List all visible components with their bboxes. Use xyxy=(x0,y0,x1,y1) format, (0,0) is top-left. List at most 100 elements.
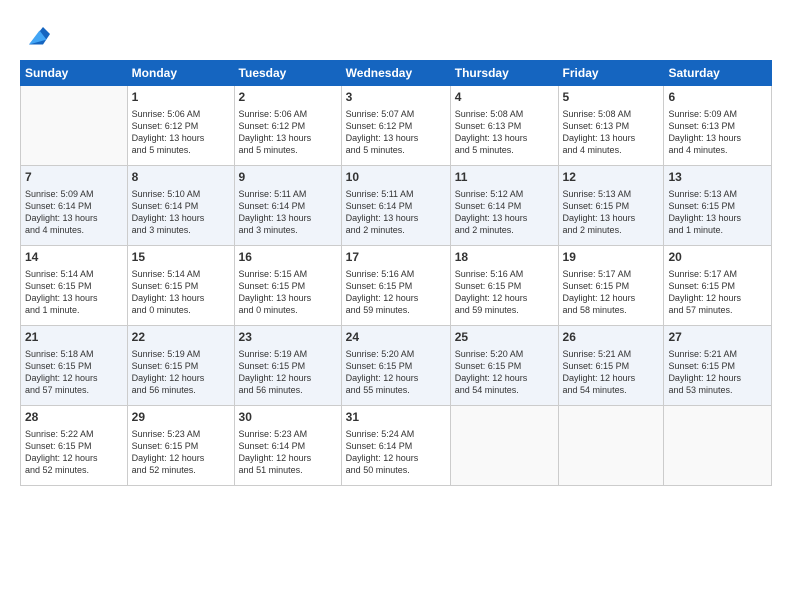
day-number: 27 xyxy=(668,329,767,346)
day-info: Sunrise: 5:14 AM Sunset: 6:15 PM Dayligh… xyxy=(132,268,230,317)
day-number: 24 xyxy=(346,329,446,346)
day-cell: 10 Sunrise: 5:11 AM Sunset: 6:14 PM Dayli… xyxy=(341,166,450,246)
day-info: Sunrise: 5:21 AM Sunset: 6:15 PM Dayligh… xyxy=(563,348,660,397)
day-cell: 5 Sunrise: 5:08 AM Sunset: 6:13 PM Daylig… xyxy=(558,86,664,166)
day-cell: 16Sunrise: 5:15 AM Sunset: 6:15 PM Dayli… xyxy=(234,246,341,326)
day-info: Sunrise: 5:18 AM Sunset: 6:15 PM Dayligh… xyxy=(25,348,123,397)
day-number: 21 xyxy=(25,329,123,346)
day-info: Sunrise: 5:08 AM Sunset: 6:13 PM Dayligh… xyxy=(455,108,554,157)
weekday-saturday: Saturday xyxy=(664,61,772,86)
day-info: Sunrise: 5:19 AM Sunset: 6:15 PM Dayligh… xyxy=(132,348,230,397)
weekday-friday: Friday xyxy=(558,61,664,86)
day-info: Sunrise: 5:23 AM Sunset: 6:15 PM Dayligh… xyxy=(132,428,230,477)
day-cell: 1Sunrise: 5:06 AM Sunset: 6:12 PM Daylig… xyxy=(127,86,234,166)
day-number: 9 xyxy=(239,169,337,186)
day-info: Sunrise: 5:19 AM Sunset: 6:15 PM Dayligh… xyxy=(239,348,337,397)
day-number: 30 xyxy=(239,409,337,426)
day-number: 20 xyxy=(668,249,767,266)
day-number: 18 xyxy=(455,249,554,266)
day-number: 26 xyxy=(563,329,660,346)
day-cell: 12Sunrise: 5:13 AM Sunset: 6:15 PM Dayli… xyxy=(558,166,664,246)
weekday-wednesday: Wednesday xyxy=(341,61,450,86)
day-cell: 26 Sunrise: 5:21 AM Sunset: 6:15 PM Dayli… xyxy=(558,326,664,406)
day-info: Sunrise: 5:10 AM Sunset: 6:14 PM Dayligh… xyxy=(132,188,230,237)
day-cell: 4 Sunrise: 5:08 AM Sunset: 6:13 PM Daylig… xyxy=(450,86,558,166)
day-cell: 29Sunrise: 5:23 AM Sunset: 6:15 PM Dayli… xyxy=(127,406,234,486)
day-info: Sunrise: 5:16 AM Sunset: 6:15 PM Dayligh… xyxy=(455,268,554,317)
day-cell: 31Sunrise: 5:24 AM Sunset: 6:14 PM Dayli… xyxy=(341,406,450,486)
day-cell: 28 Sunrise: 5:22 AM Sunset: 6:15 PM Dayli… xyxy=(21,406,128,486)
day-cell xyxy=(450,406,558,486)
day-cell: 14Sunrise: 5:14 AM Sunset: 6:15 PM Dayli… xyxy=(21,246,128,326)
day-number: 8 xyxy=(132,169,230,186)
day-number: 10 xyxy=(346,169,446,186)
header xyxy=(20,20,772,48)
day-cell: 30 Sunrise: 5:23 AM Sunset: 6:14 PM Dayli… xyxy=(234,406,341,486)
day-info: Sunrise: 5:20 AM Sunset: 6:15 PM Dayligh… xyxy=(455,348,554,397)
day-info: Sunrise: 5:16 AM Sunset: 6:15 PM Dayligh… xyxy=(346,268,446,317)
logo-icon xyxy=(22,20,50,48)
day-number: 5 xyxy=(563,89,660,106)
day-number: 3 xyxy=(346,89,446,106)
day-info: Sunrise: 5:17 AM Sunset: 6:15 PM Dayligh… xyxy=(668,268,767,317)
week-row-1: 1 Sunrise: 5:06 AM Sunset: 6:12 PM Daylig… xyxy=(21,86,772,166)
day-cell: 6 Sunrise: 5:09 AM Sunset: 6:13 PM Daylig… xyxy=(664,86,772,166)
day-number: 11 xyxy=(455,169,554,186)
day-info: Sunrise: 5:12 AM Sunset: 6:14 PM Dayligh… xyxy=(455,188,554,237)
day-number: 15 xyxy=(132,249,230,266)
day-cell: 2 Sunrise: 5:06 AM Sunset: 6:12 PM Daylig… xyxy=(234,86,341,166)
day-cell xyxy=(558,406,664,486)
week-row-3: 14Sunrise: 5:14 AM Sunset: 6:15 PM Dayli… xyxy=(21,246,772,326)
day-cell: 19 Sunrise: 5:17 AM Sunset: 6:15 PM Dayli… xyxy=(558,246,664,326)
day-cell: 22Sunrise: 5:19 AM Sunset: 6:15 PM Dayli… xyxy=(127,326,234,406)
day-info: Sunrise: 5:06 AM Sunset: 6:12 PM Dayligh… xyxy=(239,108,337,157)
day-cell: 20 Sunrise: 5:17 AM Sunset: 6:15 PM Dayli… xyxy=(664,246,772,326)
day-info: Sunrise: 5:08 AM Sunset: 6:13 PM Dayligh… xyxy=(563,108,660,157)
day-info: Sunrise: 5:17 AM Sunset: 6:15 PM Dayligh… xyxy=(563,268,660,317)
day-number: 17 xyxy=(346,249,446,266)
day-info: Sunrise: 5:13 AM Sunset: 6:15 PM Dayligh… xyxy=(563,188,660,237)
day-cell: 24 Sunrise: 5:20 AM Sunset: 6:15 PM Dayli… xyxy=(341,326,450,406)
week-row-2: 7 Sunrise: 5:09 AM Sunset: 6:14 PM Daylig… xyxy=(21,166,772,246)
day-info: Sunrise: 5:13 AM Sunset: 6:15 PM Dayligh… xyxy=(668,188,767,237)
day-cell: 21 Sunrise: 5:18 AM Sunset: 6:15 PM Dayli… xyxy=(21,326,128,406)
day-number: 6 xyxy=(668,89,767,106)
day-cell: 3 Sunrise: 5:07 AM Sunset: 6:12 PM Daylig… xyxy=(341,86,450,166)
weekday-header-row: SundayMondayTuesdayWednesdayThursdayFrid… xyxy=(21,61,772,86)
day-number: 19 xyxy=(563,249,660,266)
calendar: SundayMondayTuesdayWednesdayThursdayFrid… xyxy=(20,60,772,486)
day-cell: 7 Sunrise: 5:09 AM Sunset: 6:14 PM Daylig… xyxy=(21,166,128,246)
day-info: Sunrise: 5:11 AM Sunset: 6:14 PM Dayligh… xyxy=(346,188,446,237)
day-info: Sunrise: 5:09 AM Sunset: 6:14 PM Dayligh… xyxy=(25,188,123,237)
day-number: 13 xyxy=(668,169,767,186)
day-number: 7 xyxy=(25,169,123,186)
logo xyxy=(20,20,50,48)
day-number: 4 xyxy=(455,89,554,106)
day-number: 28 xyxy=(25,409,123,426)
weekday-thursday: Thursday xyxy=(450,61,558,86)
day-info: Sunrise: 5:09 AM Sunset: 6:13 PM Dayligh… xyxy=(668,108,767,157)
day-info: Sunrise: 5:21 AM Sunset: 6:15 PM Dayligh… xyxy=(668,348,767,397)
page: SundayMondayTuesdayWednesdayThursdayFrid… xyxy=(0,0,792,612)
day-cell: 18 Sunrise: 5:16 AM Sunset: 6:15 PM Dayli… xyxy=(450,246,558,326)
day-cell: 15 Sunrise: 5:14 AM Sunset: 6:15 PM Dayli… xyxy=(127,246,234,326)
day-cell: 13 Sunrise: 5:13 AM Sunset: 6:15 PM Dayli… xyxy=(664,166,772,246)
day-info: Sunrise: 5:23 AM Sunset: 6:14 PM Dayligh… xyxy=(239,428,337,477)
weekday-sunday: Sunday xyxy=(21,61,128,86)
day-number: 2 xyxy=(239,89,337,106)
day-info: Sunrise: 5:11 AM Sunset: 6:14 PM Dayligh… xyxy=(239,188,337,237)
day-cell xyxy=(664,406,772,486)
weekday-monday: Monday xyxy=(127,61,234,86)
day-number: 25 xyxy=(455,329,554,346)
day-info: Sunrise: 5:20 AM Sunset: 6:15 PM Dayligh… xyxy=(346,348,446,397)
day-cell: 23Sunrise: 5:19 AM Sunset: 6:15 PM Dayli… xyxy=(234,326,341,406)
day-info: Sunrise: 5:22 AM Sunset: 6:15 PM Dayligh… xyxy=(25,428,123,477)
day-number: 31 xyxy=(346,409,446,426)
day-info: Sunrise: 5:07 AM Sunset: 6:12 PM Dayligh… xyxy=(346,108,446,157)
week-row-5: 28 Sunrise: 5:22 AM Sunset: 6:15 PM Dayli… xyxy=(21,406,772,486)
day-cell: 25 Sunrise: 5:20 AM Sunset: 6:15 PM Dayli… xyxy=(450,326,558,406)
week-row-4: 21 Sunrise: 5:18 AM Sunset: 6:15 PM Dayli… xyxy=(21,326,772,406)
day-number: 1 xyxy=(132,89,230,106)
day-cell: 17 Sunrise: 5:16 AM Sunset: 6:15 PM Dayli… xyxy=(341,246,450,326)
day-cell: 27 Sunrise: 5:21 AM Sunset: 6:15 PM Dayli… xyxy=(664,326,772,406)
